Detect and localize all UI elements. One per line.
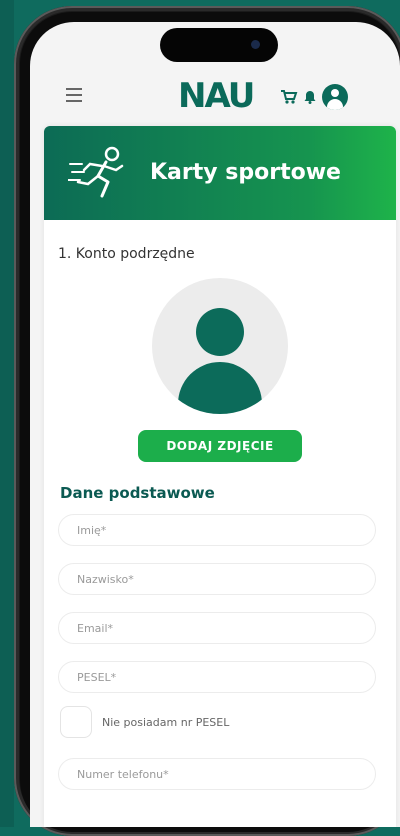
- profile-photo-placeholder: [152, 278, 288, 414]
- form-card: Karty sportowe 1. Konto podrzędne DODAJ …: [44, 126, 396, 827]
- user-avatar-icon[interactable]: [322, 84, 348, 110]
- last-name-field[interactable]: Nazwisko*: [58, 563, 376, 595]
- no-pesel-label: Nie posiadam nr PESEL: [102, 716, 230, 729]
- dynamic-island: [160, 28, 278, 62]
- background-panel: [0, 0, 14, 827]
- nau-logo[interactable]: NAU: [178, 76, 255, 116]
- camera-icon: [251, 40, 260, 49]
- header-icons: [280, 84, 348, 110]
- hamburger-icon[interactable]: [66, 88, 82, 102]
- phone-number-field[interactable]: Numer telefonu*: [58, 758, 376, 790]
- sport-cards-banner: Karty sportowe: [44, 126, 396, 220]
- no-pesel-checkbox[interactable]: [60, 706, 92, 738]
- app-header: NAU: [30, 72, 400, 116]
- pesel-field[interactable]: PESEL*: [58, 661, 376, 693]
- banner-title: Karty sportowe: [150, 160, 341, 185]
- first-name-field[interactable]: Imię*: [58, 514, 376, 546]
- cart-icon[interactable]: [280, 89, 298, 105]
- phone-screen: NAU Karty sportowe 1. Konto podrzędne DO…: [30, 22, 400, 827]
- add-photo-button[interactable]: DODAJ ZDJĘCIE: [138, 430, 302, 462]
- step-label: 1. Konto podrzędne: [58, 246, 195, 262]
- bell-icon[interactable]: [304, 90, 316, 104]
- basic-data-heading: Dane podstawowe: [60, 484, 215, 502]
- email-field[interactable]: Email*: [58, 612, 376, 644]
- runner-icon: [67, 146, 128, 202]
